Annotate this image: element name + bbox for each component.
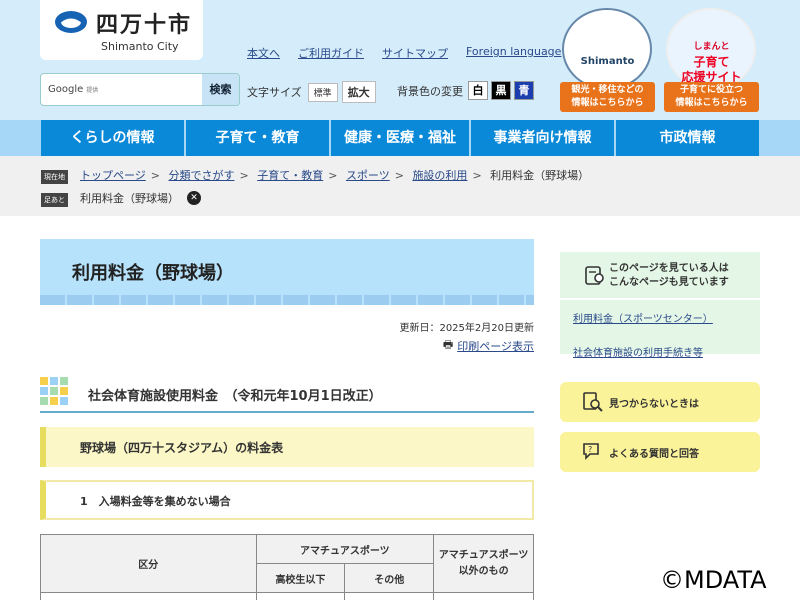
nav-health-medical-welfare[interactable]: 健康・医療・福祉 — [331, 120, 469, 156]
background-color-controls: 背景色の変更 白 黒 青 — [397, 81, 534, 100]
related-pages-header: このページを見ている人は こんなページも見ています — [560, 252, 760, 298]
site-logo[interactable]: 四万十市 Shimanto City — [40, 0, 203, 60]
bg-blue-button[interactable]: 青 — [514, 81, 534, 100]
breadcrumb-separator: > — [394, 169, 404, 182]
table-cell — [40, 592, 257, 600]
th-amateur: アマチュアスポーツ — [255, 534, 435, 564]
fee-table: 区分 アマチュアスポーツ アマチュアスポーツ以外のもの 高校生以下 その他 — [40, 534, 534, 600]
related-pages-box: このページを見ている人は こんなページも見ています 利用料金（スポーツセンター） … — [560, 252, 760, 359]
breadcrumb-separator: > — [472, 169, 482, 182]
google-provided-label: 提供 — [86, 87, 99, 94]
breadcrumb-childcare[interactable]: 子育て・教育 — [257, 169, 323, 182]
sub-subsection-heading: 1 入場料金等を集めない場合 — [40, 480, 534, 520]
print-view-link[interactable]: 印刷ページ表示 — [457, 338, 534, 354]
font-size-normal-button[interactable]: 標準 — [307, 82, 338, 102]
breadcrumb-current: 利用料金（野球場） — [490, 169, 590, 182]
subsection-heading: 野球場（四万十スタジアム）の料金表 — [40, 427, 534, 467]
tourism-banner-caption: 観光・移住などの 情報はこちらから — [560, 82, 655, 112]
nav-childcare-education[interactable]: 子育て・教育 — [186, 120, 329, 156]
th-high-school: 高校生以下 — [255, 563, 346, 593]
faq-label: よくある質問と回答 — [609, 449, 699, 460]
utility-links: 本文へ ご利用ガイド サイトマップ Foreign language — [247, 45, 561, 61]
skip-to-content-link[interactable]: 本文へ — [247, 45, 280, 61]
breadcrumb-facility-use[interactable]: 施設の利用 — [412, 169, 467, 182]
bg-black-button[interactable]: 黒 — [491, 81, 511, 100]
footprint-tag: 足あと — [41, 193, 68, 207]
childcare-banner-logo-text: しまんと 子育て 応援サイト — [681, 42, 742, 84]
watermark-text: ©MDATA — [660, 566, 767, 594]
table-cell — [255, 592, 346, 600]
search-document-icon — [583, 392, 603, 412]
foreign-language-link[interactable]: Foreign language — [466, 45, 561, 61]
th-non-amateur: アマチュアスポーツ以外のもの — [433, 534, 534, 593]
faq-icon: ? — [583, 443, 599, 460]
bg-white-button[interactable]: 白 — [468, 81, 488, 100]
updated-date: 更新日：2025年2月20日更新 — [399, 323, 534, 334]
childcare-banner-caption: 子育てに役立つ 情報はこちらから — [664, 82, 759, 112]
breadcrumb-separator: > — [328, 169, 338, 182]
viewers-icon — [585, 266, 604, 285]
city-emblem-icon — [55, 11, 87, 33]
background-color-label: 背景色の変更 — [397, 84, 463, 98]
sub-subsection-heading-text: 1 入場料金等を集めない場合 — [80, 495, 231, 508]
section-heading-text: 社会体育施設使用料金 （令和元年10月1日改正） — [88, 389, 382, 404]
google-brand-label: Google — [48, 84, 84, 95]
font-size-large-button[interactable]: 拡大 — [341, 81, 376, 103]
footprint-history: 利用料金（野球場） ✕ — [80, 190, 201, 206]
related-link-sports-center[interactable]: 利用料金（スポーツセンター） — [573, 310, 713, 325]
title-decoration — [40, 295, 534, 305]
font-size-controls: 文字サイズ 標準 拡大 — [247, 81, 376, 103]
related-pages-heading: このページを見ている人は こんなページも見ています — [609, 263, 729, 288]
page-title-box: 利用料金（野球場） — [40, 239, 534, 305]
breadcrumb: トップページ > 分類でさがす > 子育て・教育 > スポーツ > 施設の利用 > 利用料… — [80, 167, 589, 183]
not-found-label: 見つからないときは — [609, 399, 699, 410]
search-button[interactable]: 検索 — [202, 74, 239, 105]
nav-living-info[interactable]: くらしの情報 — [41, 120, 184, 156]
search-input[interactable]: Google 提供 — [48, 84, 98, 95]
table-cell — [433, 592, 534, 600]
logo-japanese-text: 四万十市 — [96, 13, 193, 38]
faq-button[interactable]: ? よくある質問と回答 — [560, 432, 760, 472]
breadcrumb-sports[interactable]: スポーツ — [346, 169, 390, 182]
th-other: その他 — [344, 563, 435, 593]
close-icon[interactable]: ✕ — [187, 191, 201, 205]
sitemap-link[interactable]: サイトマップ — [382, 45, 448, 61]
svg-text:?: ? — [588, 445, 592, 454]
font-size-label: 文字サイズ — [247, 86, 302, 99]
grid-heading-icon — [40, 377, 68, 405]
printer-icon: 🖶 — [442, 338, 454, 351]
search-box: Google 提供 検索 — [40, 73, 240, 106]
breadcrumb-top[interactable]: トップページ — [80, 169, 146, 182]
nav-city-government[interactable]: 市政情報 — [616, 120, 759, 156]
table-cell — [344, 592, 435, 600]
childcare-banner[interactable]: しまんと 子育て 応援サイト 子育てに役立つ 情報はこちらから — [664, 6, 759, 112]
th-kubun: 区分 — [40, 534, 257, 593]
tourism-banner[interactable]: Shimanto 観光・移住などの 情報はこちらから — [560, 6, 655, 112]
tourism-banner-illustration — [562, 8, 652, 90]
not-found-button[interactable]: 見つからないときは — [560, 382, 760, 422]
breadcrumb-area — [0, 156, 800, 216]
subsection-heading-text: 野球場（四万十スタジアム）の料金表 — [80, 441, 284, 455]
usage-guide-link[interactable]: ご利用ガイド — [298, 45, 364, 61]
footprint-item[interactable]: 利用料金（野球場） — [80, 190, 179, 206]
current-location-tag: 現在地 — [41, 170, 68, 184]
print-view: 🖶 印刷ページ表示 — [443, 336, 534, 355]
breadcrumb-category[interactable]: 分類でさがす — [169, 169, 235, 182]
site-header: 四万十市 Shimanto City 本文へ ご利用ガイド サイトマップ For… — [0, 0, 800, 120]
page-title: 利用料金（野球場） — [72, 263, 234, 284]
related-link-procedures[interactable]: 社会体育施設の利用手続き等 — [573, 344, 703, 359]
breadcrumb-separator: > — [239, 169, 249, 182]
divider — [560, 298, 760, 300]
tourism-banner-logo-text: Shimanto — [580, 56, 635, 67]
nav-business-info[interactable]: 事業者向け情報 — [471, 120, 614, 156]
breadcrumb-separator: > — [150, 169, 160, 182]
section-heading: 社会体育施設使用料金 （令和元年10月1日改正） — [40, 377, 534, 413]
logo-english-text: Shimanto City — [101, 40, 179, 53]
